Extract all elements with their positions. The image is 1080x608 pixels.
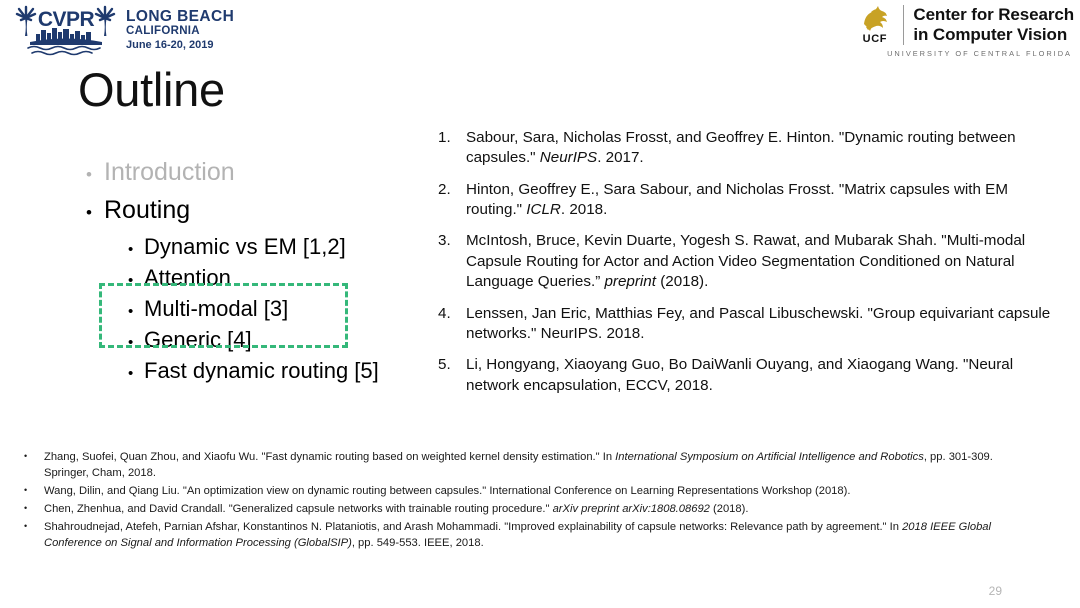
ucf-tagline: UNIVERSITY OF CENTRAL FLORIDA [887, 49, 1072, 58]
reference-text: McIntosh, Bruce, Kevin Duarte, Yogesh S.… [466, 232, 1026, 291]
footnote-item: • Zhang, Suofei, Quan Zhou, and Xiaofu W… [18, 450, 1018, 482]
svg-text:CVPR: CVPR [38, 8, 95, 31]
bullet-icon: • [128, 241, 134, 258]
reference-number: 3. [438, 232, 451, 250]
bullet-icon: • [24, 451, 28, 461]
outline-item-label: Dynamic vs EM [1,2] [144, 234, 346, 259]
reference-item: 5. Li, Hongyang, Xiaoyang Guo, Bo DaiWan… [438, 355, 1066, 396]
reference-item: 3. McIntosh, Bruce, Kevin Duarte, Yogesh… [438, 231, 1066, 292]
outline-item-fast-dynamic-routing[interactable]: • Fast dynamic routing [5] [128, 358, 426, 384]
cvpr-dates: June 16-20, 2019 [126, 39, 214, 52]
reference-text: Lenssen, Jan Eric, Matthias Fey, and Pas… [466, 304, 1051, 342]
cvpr-event-info: LONG BEACH CALIFORNIA June 16-20, 2019 [126, 8, 306, 52]
bullet-icon: • [24, 484, 28, 495]
cvpr-city: LONG BEACH [126, 8, 235, 25]
outline-item-routing[interactable]: • Routing [86, 196, 426, 225]
footnote-text: Zhang, Suofei, Quan Zhou, and Xiaofu Wu.… [44, 451, 993, 479]
outline-item-introduction[interactable]: • Introduction [86, 158, 426, 187]
footnote-item: • Wang, Dilin, and Qiang Liu. "An optimi… [18, 484, 1018, 500]
outline-item-dynamic-vs-em[interactable]: • Dynamic vs EM [1,2] [128, 234, 426, 260]
reference-number: 4. [438, 304, 451, 322]
outline-highlight-box [99, 283, 348, 348]
reference-item: 2. Hinton, Geoffrey E., Sara Sabour, and… [438, 180, 1066, 221]
reference-number: 2. [438, 180, 451, 198]
outline-item-label: Fast dynamic routing [5] [144, 358, 379, 383]
reference-item: 1. Sabour, Sara, Nicholas Frosst, and Ge… [438, 128, 1066, 169]
reference-text: Li, Hongyang, Xiaoyang Guo, Bo DaiWanli … [466, 356, 1014, 394]
reference-number: 5. [438, 356, 451, 374]
footnote-item: • Chen, Zhenhua, and David Crandall. "Ge… [18, 502, 1018, 518]
reference-number: 1. [438, 129, 451, 146]
footnote-text: Wang, Dilin, and Qiang Liu. "An optimiza… [44, 484, 851, 497]
ucf-crcv-logo: UCF Center for Research in Computer Visi… [852, 4, 1074, 62]
ucf-mark-group: UCF [852, 4, 898, 45]
bullet-icon: • [24, 502, 28, 513]
footnote-reference-list: • Zhang, Suofei, Quan Zhou, and Xiaofu W… [18, 450, 1018, 553]
footnote-item: • Shahroudnejad, Atefeh, Parnian Afshar,… [18, 520, 1018, 552]
ucf-abbrev: UCF [862, 33, 888, 45]
ucf-logo-row: UCF Center for Research in Computer Visi… [852, 4, 1074, 45]
reference-item: 4. Lenssen, Jan Eric, Matthias Fey, and … [438, 304, 1066, 345]
crcv-name-line2: in Computer Vision [913, 24, 1068, 44]
bullet-icon: • [86, 203, 92, 222]
ucf-logo-divider [902, 4, 905, 45]
outline-item-label: Routing [104, 196, 191, 224]
bullet-icon: • [24, 520, 28, 531]
reference-text: Hinton, Geoffrey E., Sara Sabour, and Ni… [466, 180, 1008, 219]
page-title: Outline [78, 63, 225, 116]
reference-text: Sabour, Sara, Nicholas Frosst, and Geoff… [466, 129, 1016, 167]
outline-list: • Introduction • Routing • Dynamic vs EM… [86, 158, 426, 389]
crcv-name: Center for Research in Computer Vision [913, 5, 1074, 44]
outline-item-label: Introduction [104, 158, 235, 186]
ucf-pegasus-icon [863, 6, 887, 31]
crcv-name-line1: Center for Research [913, 4, 1074, 24]
page-number: 29 [988, 584, 1002, 598]
cvpr-palm-skyline-logo: CVPR [12, 4, 120, 58]
numbered-reference-list: 1. Sabour, Sara, Nicholas Frosst, and Ge… [438, 128, 1066, 407]
footnote-text: Chen, Zhenhua, and David Crandall. "Gene… [44, 502, 749, 515]
bullet-icon: • [128, 365, 134, 382]
slide-header: CVPR LONG BEACH CALIFORNIA June 16-20, 2… [0, 0, 1080, 66]
cvpr-state: CALIFORNIA [126, 25, 200, 38]
bullet-icon: • [86, 165, 92, 184]
footnote-text: Shahroudnejad, Atefeh, Parnian Afshar, K… [44, 520, 992, 549]
